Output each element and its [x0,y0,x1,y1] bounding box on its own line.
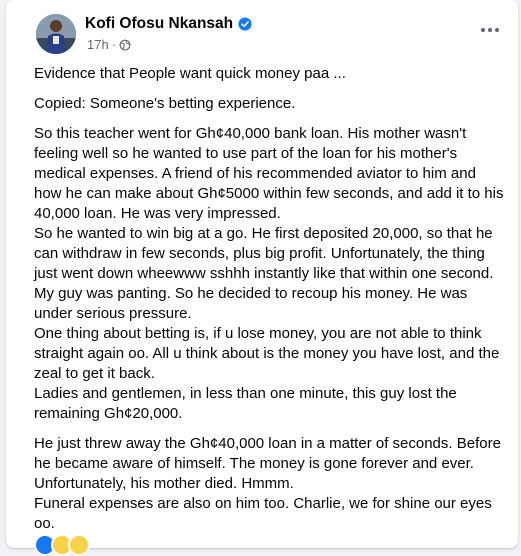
author-row: Kofi Ofosu Nkansah [85,15,252,33]
post-meta: 17h · [87,37,131,52]
author-avatar[interactable] [36,14,76,54]
wow-reaction-icon [68,534,90,556]
post-paragraph: Copied: Someone's betting experience. [34,95,296,112]
avatar-photo-icon [36,14,76,54]
more-options-button[interactable] [476,20,504,40]
post-header: Kofi Ofosu Nkansah 17h · [36,12,508,58]
meta-separator: · [111,37,117,52]
more-dot-2 [488,28,492,32]
verified-badge-icon [238,17,252,31]
more-dot-3 [495,28,499,32]
post-body: Evidence that People want quick money pa… [34,64,504,534]
globe-icon[interactable] [119,39,131,51]
more-dot-1 [481,28,485,32]
post-paragraph: He just threw away the Gh¢40,000 loan in… [34,435,501,532]
post-card: Kofi Ofosu Nkansah 17h · Evidence that P… [6,0,518,556]
post-paragraph: So this teacher went for Gh¢40,000 bank … [34,125,504,422]
author-name[interactable]: Kofi Ofosu Nkansah [85,15,233,33]
reaction-icons[interactable] [34,534,90,556]
post-paragraph: Evidence that People want quick money pa… [34,65,346,82]
post-timestamp[interactable]: 17h [87,37,109,52]
